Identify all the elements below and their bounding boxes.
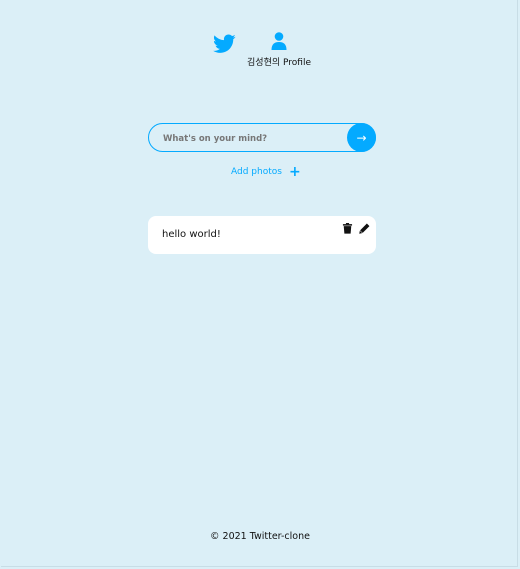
profile-label: 김성현의 Profile [247, 58, 311, 68]
home-link[interactable] [213, 34, 236, 54]
footer-copyright: © 2021 Twitter-clone [210, 531, 310, 542]
tweet-composer: → [148, 123, 376, 153]
add-photos-button[interactable]: Add photos + [231, 165, 301, 179]
add-photos-label: Add photos [231, 167, 282, 177]
tweet-actions [342, 223, 370, 234]
twitter-bird-icon [213, 34, 236, 53]
tweet-text: hello world! [162, 229, 221, 240]
arrow-right-icon: → [356, 130, 367, 145]
user-icon [271, 32, 287, 50]
profile-link[interactable]: 김성현의 Profile [246, 32, 312, 70]
app-frame [1, 0, 518, 567]
top-nav: 김성현의 Profile [0, 30, 520, 75]
tweet-card: hello world! [148, 216, 376, 254]
tweet-input[interactable] [161, 124, 345, 153]
footer: © 2021 Twitter-clone [0, 531, 520, 542]
submit-tweet-button[interactable]: → [347, 123, 376, 152]
trash-icon[interactable] [342, 223, 353, 234]
pencil-icon[interactable] [359, 223, 370, 234]
plus-icon: + [288, 164, 301, 180]
